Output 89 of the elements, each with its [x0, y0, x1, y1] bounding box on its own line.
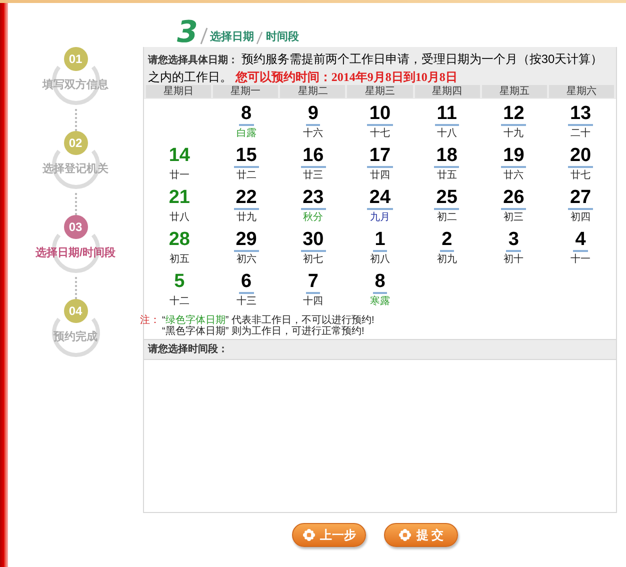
step-badge: 04	[64, 299, 88, 323]
step-badge: 02	[64, 131, 88, 155]
lunar-date: 秋分	[303, 211, 324, 224]
calendar-day[interactable]: 23	[300, 187, 326, 210]
calendar-day: 5	[172, 271, 187, 294]
calendar-day[interactable]: 8	[372, 271, 388, 294]
lunar-date: 十七	[370, 127, 390, 140]
calendar-day: 21	[166, 187, 192, 210]
time-slot-prompt: 请您选择时间段：	[148, 342, 228, 357]
weekday-header: 星期五	[482, 85, 547, 98]
calendar-day[interactable]: 16	[300, 145, 326, 168]
lunar-date: 十八	[436, 127, 457, 140]
calendar-day[interactable]: 19	[501, 145, 526, 168]
lunar-date: 廿七	[570, 169, 591, 182]
step-badge: 03	[64, 215, 88, 239]
step-number: 3	[177, 19, 198, 47]
calendar-day[interactable]: 18	[434, 145, 460, 168]
calendar-day[interactable]: 8	[238, 103, 254, 126]
lunar-date: 九月	[370, 211, 390, 224]
lunar-date: 初七	[303, 253, 324, 266]
flower-icon	[398, 528, 412, 542]
weekday-header: 星期六	[548, 85, 614, 98]
calendar-day[interactable]: 2	[440, 229, 454, 252]
lunar-date: 廿一	[169, 169, 190, 182]
lunar-date: 廿六	[504, 169, 524, 182]
lunar-date: 初二	[436, 211, 457, 224]
calendar-day[interactable]: 24	[367, 187, 393, 210]
date-instructions: 请您选择具体日期： 预约服务需提前两个工作日申请，受理日期为一个月（按30天计算）之内的工作日。 您可以预约时间：2014年9月8日到10月8日	[148, 51, 604, 85]
calendar-day[interactable]: 10	[367, 103, 393, 126]
lunar-date: 廿三	[303, 169, 324, 182]
calendar-day[interactable]: 30	[300, 229, 326, 252]
calendar-day: 14	[166, 145, 192, 168]
step-label: 预约完成	[54, 330, 98, 345]
lunar-date: 二十	[570, 127, 591, 140]
weekday-header: 星期三	[347, 85, 413, 98]
lunar-date: 十六	[303, 127, 324, 140]
note-text: “绿色字体日期” 代表非工作日，不可以进行预约!	[162, 315, 374, 326]
calendar-day[interactable]: 13	[568, 103, 594, 126]
calendar-day[interactable]: 20	[568, 145, 594, 168]
slash-icon	[256, 31, 264, 45]
lunar-date: 十一	[570, 253, 591, 266]
weekday-header: 星期四	[414, 85, 480, 98]
step-label: 选择登记机关	[42, 162, 108, 177]
lunar-date: 十三	[236, 295, 256, 308]
lunar-date: 白露	[236, 127, 256, 140]
step-badge: 01	[64, 47, 88, 71]
lunar-date: 初四	[570, 211, 591, 224]
calendar-day[interactable]: 12	[501, 103, 526, 126]
weekday-header: 星期日	[146, 85, 212, 98]
calendar-day[interactable]: 17	[367, 145, 393, 168]
lunar-date: 十二	[169, 295, 190, 308]
lunar-date: 初三	[504, 211, 524, 224]
lunar-date: 初八	[370, 253, 390, 266]
lunar-date: 初十	[504, 253, 524, 266]
weekday-header: 星期二	[280, 85, 346, 98]
calendar-day[interactable]: 11	[434, 103, 459, 126]
lunar-date: 廿二	[236, 169, 256, 182]
flower-icon	[302, 528, 316, 542]
lunar-date: 初六	[236, 253, 256, 266]
step-label: 选择日期/时间段	[35, 246, 116, 261]
step-label: 填写双方信息	[42, 78, 108, 93]
calendar-day[interactable]: 15	[234, 145, 259, 168]
calendar-day[interactable]: 7	[306, 271, 320, 294]
calendar-day[interactable]: 4	[573, 229, 588, 252]
weekday-header: 星期一	[213, 85, 278, 98]
calendar-day[interactable]: 9	[306, 103, 320, 126]
calendar-day[interactable]: 3	[506, 229, 521, 252]
lunar-date: 寒露	[370, 295, 390, 308]
lunar-date: 十九	[504, 127, 524, 140]
calendar-day[interactable]: 26	[501, 187, 526, 210]
lunar-date: 廿八	[169, 211, 190, 224]
calendar-day[interactable]: 6	[238, 271, 254, 294]
lunar-date: 廿五	[436, 169, 457, 182]
note-text: “黑色字体日期” 则为工作日，可进行正常预约!	[162, 326, 366, 337]
lunar-date: 初五	[169, 253, 190, 266]
panel-title: 选择日期	[210, 30, 254, 44]
note-label: 注：	[140, 315, 161, 328]
panel-subtitle: 时间段	[266, 30, 299, 44]
lunar-date: 十四	[303, 295, 324, 308]
calendar-day[interactable]: 1	[372, 229, 388, 252]
lunar-date: 初九	[436, 253, 457, 266]
calendar-day: 28	[166, 229, 192, 252]
lunar-date: 廿四	[370, 169, 390, 182]
slash-icon	[200, 27, 208, 45]
calendar-day[interactable]: 22	[234, 187, 259, 210]
calendar-day[interactable]: 25	[434, 187, 460, 210]
calendar-day[interactable]: 27	[568, 187, 594, 210]
lunar-date: 廿九	[236, 211, 256, 224]
calendar-day[interactable]: 29	[234, 229, 259, 252]
